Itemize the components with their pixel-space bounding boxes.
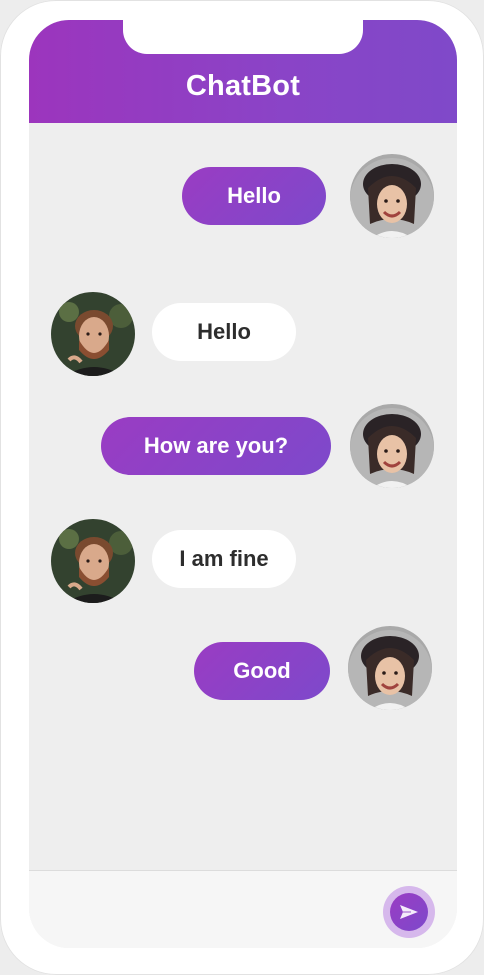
message-row: Hello [29, 287, 457, 377]
send-button[interactable] [383, 886, 435, 938]
woman-avatar [350, 154, 434, 238]
sent-message-bubble: Hello [182, 167, 326, 225]
send-icon [400, 905, 418, 919]
phone-frame: ChatBot Hello Hello How are you? I am fi… [0, 0, 484, 975]
message-row: I am fine [29, 514, 457, 604]
send-button-inner [390, 893, 428, 931]
phone-notch [123, 20, 363, 54]
man-avatar [51, 292, 135, 376]
message-row: How are you? [29, 402, 457, 492]
received-message-bubble: Hello [152, 303, 296, 361]
man-avatar [51, 519, 135, 603]
message-list: Hello Hello How are you? I am fine Good [29, 123, 457, 870]
sent-message-bubble: How are you? [101, 417, 331, 475]
page-title: ChatBot [185, 70, 301, 102]
sent-message-bubble: Good [194, 642, 330, 700]
woman-avatar [350, 404, 434, 488]
chat-screen: ChatBot Hello Hello How are you? I am fi… [29, 20, 457, 948]
woman-avatar [348, 626, 432, 710]
received-message-bubble: I am fine [152, 530, 296, 588]
message-row: Hello [29, 150, 457, 240]
message-row: Good [29, 626, 457, 716]
